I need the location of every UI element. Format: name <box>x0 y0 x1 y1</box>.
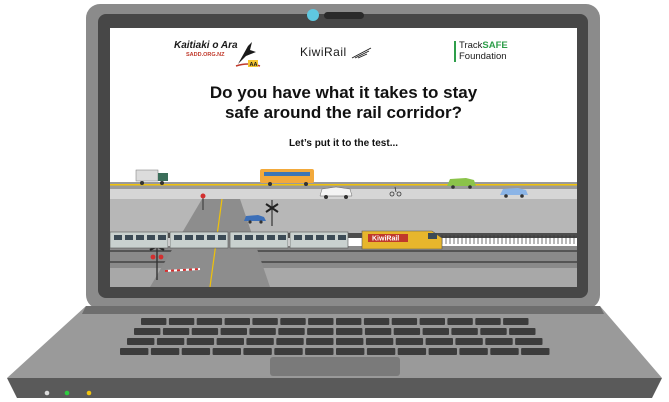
tracksafe-accent-bar <box>454 41 456 62</box>
keyboard-key <box>224 318 250 325</box>
keyboard-key <box>422 328 449 335</box>
keyboard-key <box>475 318 501 325</box>
tracksafe-accent: SAFE <box>482 40 508 51</box>
keyboard-key <box>196 318 223 325</box>
keyboard-key <box>391 318 418 325</box>
keyboard-key <box>276 338 304 345</box>
tracksafe-foundation: Foundation <box>459 51 507 62</box>
keyboard-key <box>490 348 519 355</box>
keyboard-key <box>336 318 362 325</box>
power-led-icon <box>44 390 50 396</box>
keyboard-key <box>480 328 507 335</box>
keyboard-key <box>428 348 457 355</box>
kaitiaki-url: SADD.ORG.NZ <box>186 52 225 58</box>
train-carriage <box>169 231 229 249</box>
keyboard-key <box>336 338 364 345</box>
keyboard-key <box>212 348 241 355</box>
keyboard-key <box>509 328 536 335</box>
quiz-headline: Do you have what it takes to stay safe a… <box>110 83 577 123</box>
webcam-bar <box>324 12 364 19</box>
keyboard-key <box>249 328 276 335</box>
keyboard-key <box>280 318 306 325</box>
train-carriage <box>229 231 289 249</box>
upper-road-line <box>110 184 577 186</box>
keyboard-key <box>252 318 278 325</box>
keyboard-key <box>395 338 424 345</box>
keyboard-key <box>336 348 365 355</box>
kiwirail-feather-icon <box>351 47 371 59</box>
keyboard-key <box>305 348 334 355</box>
keyboard-key <box>455 338 483 345</box>
keyboard-key <box>363 318 390 325</box>
kiwirail-wordmark: KiwiRail <box>300 45 347 59</box>
headline-line-1: Do you have what it takes to stay <box>209 83 478 102</box>
keyboard-key <box>485 338 513 345</box>
keyboard-key <box>307 328 334 335</box>
keyboard-key <box>308 318 334 325</box>
keyboard-key <box>274 348 303 355</box>
keyboard-key <box>419 318 445 325</box>
keyboard-key <box>162 328 190 335</box>
keyboard-key <box>120 348 149 355</box>
keyboard-key <box>243 348 272 355</box>
keyboard-key <box>425 338 453 345</box>
keyboard-key <box>181 348 211 355</box>
keyboard-key <box>447 318 473 325</box>
keyboard-key <box>168 318 195 325</box>
keyboard-key <box>278 328 305 335</box>
keyboard-key <box>503 318 529 325</box>
headline-line-2: safe around the rail corridor? <box>224 103 463 122</box>
keyboard-key <box>216 338 244 345</box>
kaitiaki-o-ara-logo: Kaitiaki o Ara SADD.ORG.NZ AA <box>172 40 262 70</box>
keyboard-key <box>134 328 161 335</box>
keyboard-key <box>366 348 396 355</box>
kiwirail-logo: KiwiRail <box>300 45 373 60</box>
keyboard-key <box>515 338 543 345</box>
keyboard-key <box>191 328 219 335</box>
keyboard-key <box>306 338 334 345</box>
status-led-green-icon <box>64 390 70 396</box>
keyboard-key <box>141 318 167 325</box>
keyboard-key <box>156 338 185 345</box>
keyboard-key <box>459 348 488 355</box>
keyboard-key <box>393 328 421 335</box>
laptop-screen: KiwiRail Kaitiaki o Ara SADD.ORG.NZ AA K… <box>110 28 577 287</box>
keyboard-key <box>451 328 478 335</box>
status-led-yellow-icon <box>86 390 92 396</box>
train: KiwiRail <box>110 230 443 250</box>
locomotive-brand: KiwiRail <box>372 236 399 243</box>
aa-badge: AA <box>250 62 258 68</box>
laptop-hinge <box>82 306 604 314</box>
keyboard-key <box>150 348 180 355</box>
locomotive: KiwiRail <box>361 230 443 250</box>
keyboard-key <box>521 348 550 355</box>
keyboard-key <box>186 338 215 345</box>
laptop-front-edge <box>7 378 662 398</box>
train-carriage <box>289 231 349 249</box>
train-carriage <box>110 231 169 249</box>
webcam-icon <box>307 9 319 21</box>
keyboard-key <box>364 328 392 335</box>
keyboard-key <box>365 338 394 345</box>
keyboard-key <box>397 348 427 355</box>
kaitiaki-title: Kaitiaki o Ara <box>174 40 238 51</box>
keyboard-key <box>127 338 155 345</box>
keyboard-key <box>336 328 363 335</box>
quiz-subheading: Let’s put it to the test... <box>288 138 399 149</box>
tracksafe-prefix: Track <box>459 40 483 51</box>
keyboard-key <box>246 338 274 345</box>
trackpad <box>270 357 400 376</box>
rail-reserve <box>110 199 577 233</box>
keyboard-key <box>220 328 247 335</box>
kaitiaki-bird-icon: AA <box>235 42 261 68</box>
